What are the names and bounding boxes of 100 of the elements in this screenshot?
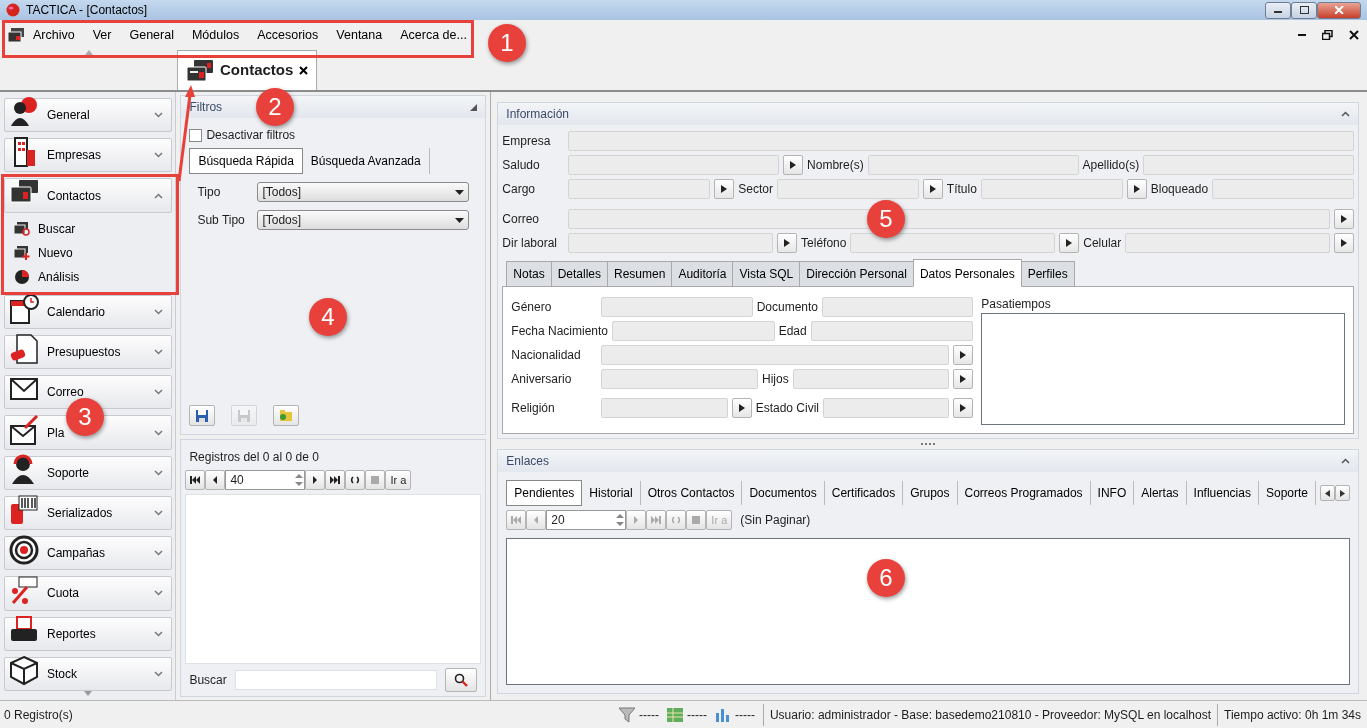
sidebar-item[interactable]: Stock xyxy=(4,656,172,692)
document-tab[interactable]: Contactos xyxy=(177,50,318,90)
tab[interactable]: Perfiles xyxy=(1020,261,1075,287)
input-field[interactable] xyxy=(568,179,711,199)
input-field[interactable] xyxy=(568,155,780,175)
lookup-button[interactable] xyxy=(953,345,974,365)
sidebar-item[interactable]: Empresas xyxy=(4,138,172,173)
tab[interactable]: Búsqueda Avanzada xyxy=(302,148,430,174)
tab[interactable]: Alertas xyxy=(1134,481,1187,505)
sidebar-item[interactable]: Calendario xyxy=(4,294,172,329)
lookup-button[interactable] xyxy=(1334,209,1354,229)
tab[interactable]: Historial xyxy=(582,481,641,505)
input-field[interactable] xyxy=(568,233,774,253)
lookup-button[interactable] xyxy=(1334,233,1354,253)
input-field[interactable] xyxy=(612,321,775,341)
menu-item[interactable]: Acerca de... xyxy=(391,21,476,49)
sidebar-item[interactable]: Presupuestos xyxy=(4,334,172,370)
tab[interactable]: Pendientes xyxy=(506,480,583,506)
open-folder-button[interactable] xyxy=(273,405,300,426)
tab[interactable]: Auditoría xyxy=(671,261,734,287)
save-button[interactable] xyxy=(189,405,216,426)
menu-item[interactable]: Módulos xyxy=(182,21,249,49)
previous-page-button[interactable] xyxy=(205,470,226,490)
tab[interactable]: Otros Contactos xyxy=(640,481,743,505)
lookup-button[interactable] xyxy=(922,179,943,199)
links-list[interactable] xyxy=(506,538,1350,685)
sidebar-item[interactable]: Cuota xyxy=(4,576,172,611)
search-button[interactable] xyxy=(445,668,478,692)
lookup-button[interactable] xyxy=(1126,179,1147,199)
lookup-button[interactable] xyxy=(1059,233,1080,253)
tab[interactable]: Detalles xyxy=(550,261,609,287)
tab[interactable]: Dirección Personal xyxy=(799,261,914,287)
text-area[interactable] xyxy=(981,313,1345,425)
menu-item[interactable]: Archivo xyxy=(24,21,84,49)
lookup-button[interactable] xyxy=(777,233,798,253)
field-label: Cargo xyxy=(502,181,536,198)
input-field[interactable] xyxy=(601,369,758,389)
sidebar-subitem[interactable]: Análisis xyxy=(4,264,164,289)
scroll-right-button[interactable] xyxy=(1335,485,1350,501)
maximize-button[interactable] xyxy=(1291,1,1317,19)
input-field[interactable] xyxy=(568,209,1330,229)
tab[interactable]: Certificados xyxy=(824,481,904,505)
input-field[interactable] xyxy=(601,297,753,317)
menu-item[interactable]: General xyxy=(120,21,183,49)
close-button[interactable] xyxy=(1317,1,1361,19)
tab[interactable]: Influencias xyxy=(1186,481,1259,505)
menu-item[interactable]: Ventana xyxy=(327,21,392,49)
menu-item[interactable]: Ver xyxy=(83,21,121,49)
tab[interactable]: Búsqueda Rápida xyxy=(189,148,303,174)
page-size-field[interactable]: 40 xyxy=(225,470,306,490)
dropdown[interactable]: [Todos] xyxy=(257,210,470,230)
sidebar-item[interactable]: Serializados xyxy=(4,495,172,531)
sidebar-item[interactable]: Campañas xyxy=(4,536,172,571)
chevron-down-icon xyxy=(154,590,163,597)
sidebar-item[interactable]: Reportes xyxy=(4,616,172,651)
input-field[interactable] xyxy=(601,345,950,365)
first-page-button[interactable] xyxy=(185,470,206,490)
input-field[interactable] xyxy=(792,369,950,389)
tab[interactable]: Grupos xyxy=(903,481,958,505)
sidebar-item[interactable]: General xyxy=(4,98,172,133)
field-label: Bloqueado xyxy=(1150,181,1209,198)
tab[interactable]: Documentos xyxy=(742,481,825,505)
sidebar-subitem[interactable]: Buscar xyxy=(4,216,164,241)
input-field[interactable] xyxy=(867,155,1079,175)
minimize-button[interactable] xyxy=(1265,1,1291,19)
input-field[interactable] xyxy=(601,398,728,418)
input-field[interactable] xyxy=(1212,179,1355,199)
input-field[interactable] xyxy=(810,321,974,341)
sidebar-item[interactable]: Soporte xyxy=(4,455,172,490)
lookup-button[interactable] xyxy=(953,398,974,418)
input-field[interactable] xyxy=(776,179,919,199)
tab[interactable]: Datos Personales xyxy=(912,259,1022,287)
input-field[interactable] xyxy=(980,179,1123,199)
go-to-button[interactable]: Ir a xyxy=(385,470,412,490)
tab[interactable]: Soporte xyxy=(1258,481,1316,505)
input-field[interactable] xyxy=(568,131,1354,151)
tab[interactable]: INFO xyxy=(1090,481,1135,505)
input-field[interactable] xyxy=(1125,233,1330,253)
sidebar-subitem[interactable]: Nuevo xyxy=(4,240,164,265)
tab[interactable]: Vista SQL xyxy=(732,261,801,287)
scroll-left-button[interactable] xyxy=(1320,485,1335,501)
last-page-button[interactable] xyxy=(325,470,346,490)
lookup-button[interactable] xyxy=(783,155,804,175)
input-field[interactable] xyxy=(1143,155,1354,175)
dropdown[interactable]: [Todos] xyxy=(257,182,470,202)
input-field[interactable] xyxy=(822,297,974,317)
refresh-button[interactable] xyxy=(345,470,366,490)
lookup-button[interactable] xyxy=(731,398,752,418)
lookup-button[interactable] xyxy=(714,179,735,199)
tab[interactable]: Notas xyxy=(506,261,552,287)
input-field[interactable] xyxy=(850,233,1056,253)
next-page-button[interactable] xyxy=(305,470,326,490)
search-field[interactable] xyxy=(234,670,438,690)
tab[interactable]: Resumen xyxy=(607,261,673,287)
chevron-down-icon xyxy=(154,349,163,356)
input-field[interactable] xyxy=(823,398,950,418)
tab[interactable]: Correos Programados xyxy=(957,481,1091,505)
menu-item[interactable]: Accesorios xyxy=(248,21,328,49)
sidebar-item[interactable]: Contactos xyxy=(4,178,172,213)
lookup-button[interactable] xyxy=(953,369,974,389)
